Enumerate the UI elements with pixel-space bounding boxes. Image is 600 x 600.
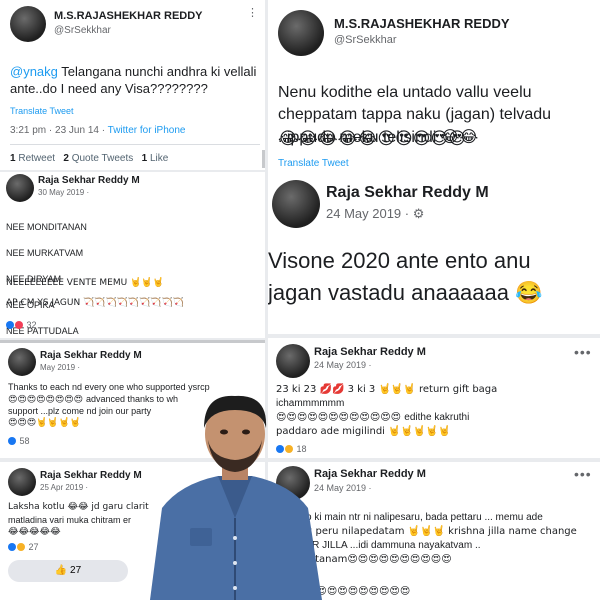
post-author-name[interactable]: Raja Sekhar Reddy M xyxy=(38,175,140,186)
avatar[interactable] xyxy=(278,10,324,56)
globe-icon: ⚙ xyxy=(412,206,425,221)
facebook-post-2: Raja Sekhar Reddy M 24 May 2019 · ⚙ Viso… xyxy=(268,172,600,334)
post-text-line: AP CM YS JAGUN 🏹🏹🏹🏹🏹🏹🏹🏹🏹 xyxy=(6,298,184,308)
divider xyxy=(10,144,260,145)
mention-link[interactable]: @ynakg xyxy=(10,64,58,79)
haha-reaction-icon xyxy=(17,543,25,551)
avatar[interactable] xyxy=(272,180,320,228)
reactions-summary[interactable]: 58 xyxy=(8,436,30,446)
post-text: NEE MONDITANAN NEE MURKATVAM NEE DIRYAM … xyxy=(6,222,87,336)
post-text: support ...plz come nd join our party xyxy=(8,406,152,416)
scrollbar[interactable] xyxy=(262,150,265,168)
tweet-text: @ynakg Telangana nunchi andhra ki vellal… xyxy=(10,64,257,96)
translate-tweet-link[interactable]: Translate Tweet xyxy=(10,106,74,116)
like-reaction-icon xyxy=(8,437,16,445)
like-reaction-icon xyxy=(8,543,16,551)
tweet-author-handle[interactable]: @SrSekkhar xyxy=(54,25,111,36)
post-date[interactable]: 25 Apr 2019 · xyxy=(40,483,88,492)
tweet-stats: 1 Retweet 2 Quote Tweets 1 Like xyxy=(10,153,169,164)
tweet-author-handle[interactable]: @SrSekkhar xyxy=(334,34,397,46)
post-date[interactable]: 24 May 2019 · ⚙ xyxy=(326,206,424,222)
post-date[interactable]: 24 May 2019 · xyxy=(314,360,372,370)
post-text: o ki main ntr ni nalipesaru, bada pettar… xyxy=(306,512,543,523)
like-reaction-icon xyxy=(6,321,14,329)
avatar[interactable] xyxy=(8,468,36,496)
scrollbar[interactable] xyxy=(0,340,265,343)
post-author-name[interactable]: Raja Sekhar Reddy M xyxy=(40,470,142,481)
avatar[interactable] xyxy=(6,174,34,202)
like-button[interactable]: 👍 27 xyxy=(8,560,128,582)
avatar[interactable] xyxy=(10,6,46,42)
avatar[interactable] xyxy=(276,344,310,378)
emoji-row: 😍😍😍🤘🤘🤘🤘 xyxy=(8,418,81,428)
emoji-row: 😂😂😂😂😂 xyxy=(8,527,61,537)
post-date[interactable]: 30 May 2019 · xyxy=(38,188,89,197)
thumbs-up-icon: 👍 xyxy=(54,565,68,576)
tweet-card-1: M.S.RAJASHEKHAR REDDY @SrSekkhar ⋮ @ynak… xyxy=(0,0,265,170)
more-options-icon[interactable]: ⋮ xyxy=(247,6,259,19)
love-reaction-icon xyxy=(15,321,23,329)
post-text: Visone 2020 ante ento anu xyxy=(268,248,531,273)
post-author-name[interactable]: Raja Sekhar Reddy M xyxy=(314,346,426,358)
translate-tweet-link[interactable]: Translate Tweet xyxy=(278,158,349,169)
tweet-client-link[interactable]: Twitter for iPhone xyxy=(108,125,186,136)
post-author-name[interactable]: Raja Sekhar Reddy M xyxy=(314,468,426,480)
post-text: matladina vari muka chitram er xyxy=(8,515,132,525)
more-options-icon[interactable]: ••• xyxy=(574,344,592,360)
post-text: jagan vastadu anaaaaaa 😂 xyxy=(268,280,543,305)
tweet-author-name[interactable]: M.S.RAJASHEKHAR REDDY xyxy=(54,10,203,22)
more-options-icon[interactable]: ••• xyxy=(574,466,592,482)
post-text-line: NEEEEEEEEE VENTE MEMU 🤘🤘🤘 xyxy=(6,278,164,288)
tweet-timestamp: 3:21 pm · 23 Jun 14 · Twitter for iPhone xyxy=(10,125,186,136)
person-photo xyxy=(150,395,322,600)
reactions-summary[interactable]: 27 xyxy=(8,542,39,552)
avatar[interactable] xyxy=(8,348,36,376)
facebook-post-1: Raja Sekhar Reddy M 30 May 2019 · NEE MO… xyxy=(0,172,265,338)
post-text: TR JILLA ...idi dammuna nayakatvam .. xyxy=(306,540,481,551)
post-author-name[interactable]: Raja Sekhar Reddy M xyxy=(326,184,489,202)
emoji-row: 😂😂😂😂😂😍😍😍😍😍 xyxy=(278,129,466,149)
post-date[interactable]: May 2019 · xyxy=(40,363,80,372)
post-text: 2 peru nilapedatam 🤘🤘🤘 krishna jilla nam… xyxy=(306,526,577,537)
post-text: Laksha kotlu 😂😂 jd garu clarit xyxy=(8,502,149,512)
tweet-card-2: M.S.RAJASHEKHAR REDDY @SrSekkhar Nenu ko… xyxy=(268,0,600,172)
post-author-name[interactable]: Raja Sekhar Reddy M xyxy=(40,350,142,361)
reactions-summary[interactable]: 32 xyxy=(6,320,37,330)
tweet-author-name[interactable]: M.S.RAJASHEKHAR REDDY xyxy=(334,16,510,31)
